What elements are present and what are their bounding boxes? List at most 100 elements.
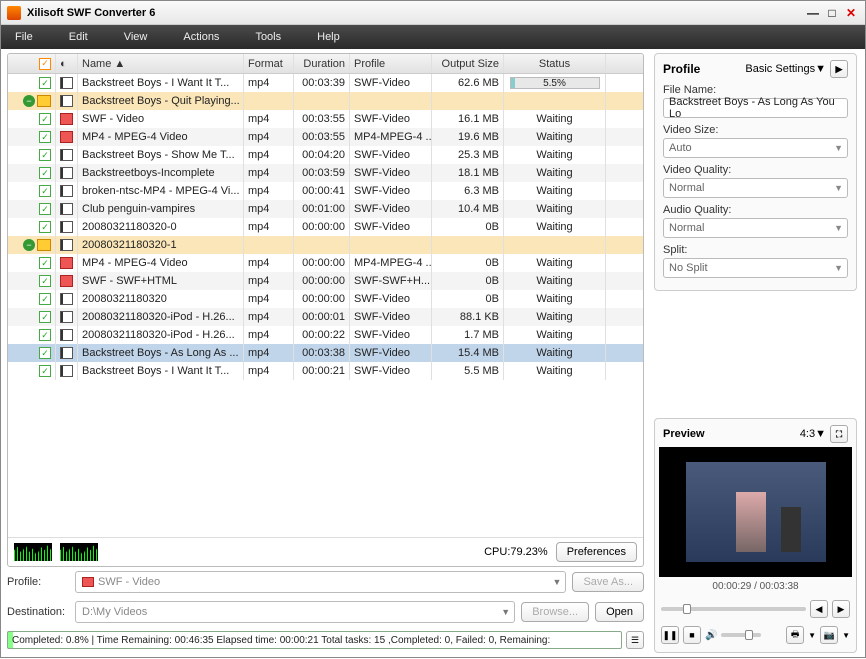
save-as-button[interactable]: Save As... [572,572,644,592]
menu-tools[interactable]: Tools [255,31,281,43]
cell-name: 20080321180320-iPod - H.26... [78,308,244,326]
file-type-icon [60,95,73,107]
row-checkbox[interactable]: ✓ [39,347,51,359]
split-label: Split: [663,244,848,256]
cell-status: Waiting [504,110,606,128]
table-row[interactable]: ✓20080321180320-iPod - H.26...mp400:00:2… [8,326,643,344]
table-row[interactable]: ✓SWF - SWF+HTMLmp400:00:00SWF-SWF+H...0B… [8,272,643,290]
select-all-checkbox[interactable]: ✓ [39,58,51,70]
menu-help[interactable]: Help [317,31,340,43]
mark-out-icon[interactable]: ▶ [832,600,850,618]
menu-file[interactable]: File [15,31,33,43]
split-select[interactable]: No Split▼ [663,258,848,278]
open-button[interactable]: Open [595,602,644,622]
cell-status: Waiting [504,272,606,290]
volume-icon[interactable]: 🔊 [705,630,717,641]
table-row[interactable]: −20080321180320-1 [8,236,643,254]
preferences-button[interactable]: Preferences [556,542,637,562]
table-row[interactable]: ✓20080321180320-0mp400:00:00SWF-Video0BW… [8,218,643,236]
cell-dur: 00:00:22 [294,326,350,344]
row-checkbox[interactable]: ✓ [39,113,51,125]
volume-slider[interactable] [721,633,761,637]
name-column-header[interactable]: Name ▲ [78,54,244,73]
cell-status: Waiting [504,254,606,272]
table-row[interactable]: − Backstreet Boys - Quit Playing... [8,92,643,110]
app-logo-icon [7,6,21,20]
row-checkbox[interactable]: ✓ [39,221,51,233]
filename-label: File Name: [663,84,848,96]
preview-title: Preview [663,428,705,440]
table-row[interactable]: ✓MP4 - MPEG-4 Videomp400:00:00MP4-MPEG-4… [8,254,643,272]
file-type-icon [60,311,73,323]
status-column-header[interactable]: Status [504,54,606,73]
cell-name: Backstreet Boys - Quit Playing... [78,92,244,110]
row-checkbox[interactable]: ✓ [39,257,51,269]
filename-input[interactable]: Backstreet Boys - As Long As You Lo [663,98,848,118]
duration-column-header[interactable]: Duration [294,54,350,73]
toggle-log-icon[interactable]: ☰ [626,631,644,649]
format-column-header[interactable]: Format [244,54,294,73]
cell-dur: 00:00:41 [294,182,350,200]
cell-dur: 00:04:20 [294,146,350,164]
menu-actions[interactable]: Actions [183,31,219,43]
profile-select[interactable]: SWF - Video▼ [75,571,566,593]
cell-prof: SWF-Video [350,290,432,308]
videosize-select[interactable]: Auto▼ [663,138,848,158]
cell-name: SWF - Video [78,110,244,128]
row-checkbox[interactable]: ✓ [39,203,51,215]
row-checkbox[interactable]: ✓ [39,365,51,377]
play-pause-icon[interactable]: ❚❚ [661,626,679,644]
table-row[interactable]: ✓20080321180320mp400:00:00SWF-Video0BWai… [8,290,643,308]
cell-prof: SWF-Video [350,182,432,200]
minimize-button[interactable]: — [805,5,821,21]
collapse-icon[interactable]: − [23,95,35,107]
table-row[interactable]: ✓Backstreet Boys - As Long As ...mp400:0… [8,344,643,362]
row-checkbox[interactable]: ✓ [39,149,51,161]
row-checkbox[interactable]: ✓ [39,329,51,341]
close-button[interactable]: ✕ [843,5,859,21]
table-row[interactable]: ✓Club penguin-vampiresmp400:01:00SWF-Vid… [8,200,643,218]
send-to-icon[interactable]: 🖶 [786,626,804,644]
cell-status: Waiting [504,218,606,236]
aspect-ratio-select[interactable]: 4:3▼ [800,428,826,440]
cell-size [432,236,504,254]
table-row[interactable]: ✓broken-ntsc-MP4 - MPEG-4 Vi...mp400:00:… [8,182,643,200]
audioquality-select[interactable]: Normal▼ [663,218,848,238]
snapshot-icon[interactable]: 📷 [820,626,838,644]
browse-button[interactable]: Browse... [521,602,589,622]
destination-input[interactable]: D:\My Videos▼ [75,601,515,623]
row-checkbox[interactable]: ✓ [39,77,51,89]
expand-icon[interactable]: ▶ [830,60,848,78]
maximize-button[interactable]: □ [824,5,840,21]
icon-column-header[interactable]: ◐ [56,54,78,73]
table-row[interactable]: ✓SWF - Videomp400:03:55SWF-Video16.1 MBW… [8,110,643,128]
table-row[interactable]: ✓20080321180320-iPod - H.26...mp400:00:0… [8,308,643,326]
menu-view[interactable]: View [124,31,148,43]
table-row[interactable]: ✓Backstreet Boys - I Want It T...mp400:0… [8,74,643,92]
videoquality-select[interactable]: Normal▼ [663,178,848,198]
row-checkbox[interactable]: ✓ [39,185,51,197]
cell-status: Waiting [504,308,606,326]
collapse-icon[interactable]: − [23,239,35,251]
profile-column-header[interactable]: Profile [350,54,432,73]
row-checkbox[interactable]: ✓ [39,311,51,323]
menu-edit[interactable]: Edit [69,31,88,43]
table-row[interactable]: ✓Backstreet Boys - Show Me T...mp400:04:… [8,146,643,164]
row-checkbox[interactable]: ✓ [39,167,51,179]
row-checkbox[interactable]: ✓ [39,131,51,143]
fullscreen-icon[interactable]: ⛶ [830,425,848,443]
size-column-header[interactable]: Output Size [432,54,504,73]
cell-dur: 00:03:55 [294,110,350,128]
seek-slider[interactable] [661,607,806,611]
cell-status: Waiting [504,362,606,380]
basic-settings-dropdown[interactable]: Basic Settings▼ [745,63,826,75]
mark-in-icon[interactable]: ◀ [810,600,828,618]
row-checkbox[interactable]: ✓ [39,293,51,305]
table-row[interactable]: ✓Backstreet Boys - I Want It T...mp400:0… [8,362,643,380]
table-row[interactable]: ✓MP4 - MPEG-4 Videomp400:03:55MP4-MPEG-4… [8,128,643,146]
stop-playback-icon[interactable]: ■ [683,626,701,644]
preview-video[interactable] [659,447,852,577]
row-checkbox[interactable]: ✓ [39,275,51,287]
table-row[interactable]: ✓Backstreetboys-Incompletemp400:03:59SWF… [8,164,643,182]
cell-fmt: mp4 [244,290,294,308]
